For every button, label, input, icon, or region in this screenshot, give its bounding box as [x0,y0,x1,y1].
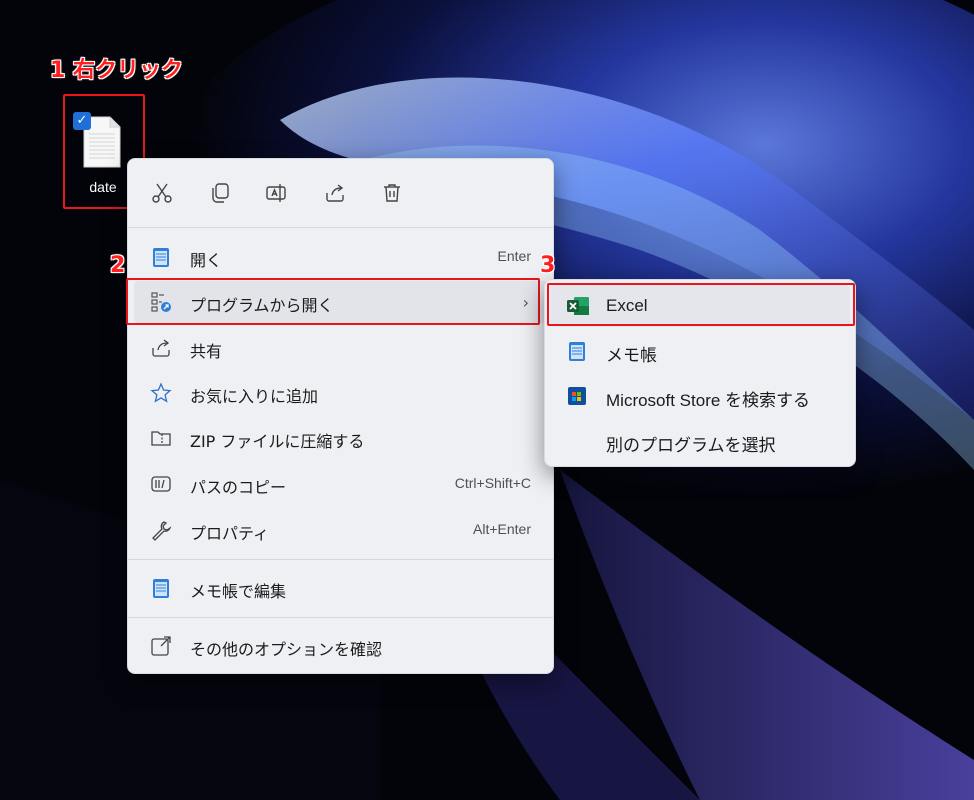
zip-folder-icon [150,427,174,449]
copy-icon[interactable] [208,181,232,205]
quick-action-bar [128,159,553,227]
menu-item-label: 開く [190,251,223,270]
star-icon [150,382,174,404]
step-2-annotation: 2 [110,253,126,278]
menu-item-label: その他のオプションを確認 [190,640,383,659]
menu-item-shortcut: Ctrl+Shift+C [454,475,531,491]
store-icon [566,385,590,407]
menu-item-shortcut: Enter [497,248,531,264]
menu-item-label: 共有 [190,342,223,361]
divider [128,227,553,228]
share-icon[interactable] [323,181,347,205]
menu-item-share[interactable]: 共有 [134,327,547,369]
submenu-item-label: Microsoft Store を検索する [606,391,811,410]
path-copy-icon [150,473,174,495]
submenu-item-store-search[interactable]: Microsoft Store を検索する [550,375,850,417]
step-3-highlight [547,283,855,326]
menu-item-label: お気に入りに追加 [190,387,319,406]
step-2-highlight [126,278,540,325]
menu-item-more-options[interactable]: その他のオプションを確認 [134,625,547,667]
step-3-annotation: 3 [540,253,556,278]
wrench-icon [150,519,174,541]
share-icon [150,337,174,359]
divider [128,617,553,618]
menu-item-copy-path[interactable]: パスのコピー Ctrl+Shift+C [134,463,547,505]
menu-item-zip[interactable]: ZIP ファイルに圧縮する [134,417,547,459]
context-menu: 開く Enter プログラムから開く › 共有 お気に入りに追加 ZIP ファイ… [127,158,554,674]
menu-item-label: プロパティ [190,524,270,543]
submenu-item-label: メモ帳 [606,346,657,365]
notepad-icon [150,577,174,599]
divider [128,559,553,560]
submenu-item-label: 別のプログラムを選択 [606,436,776,455]
menu-item-shortcut: Alt+Enter [473,521,531,537]
submenu-item-notepad[interactable]: メモ帳 [550,330,850,372]
menu-item-add-favorite[interactable]: お気に入りに追加 [134,372,547,414]
rename-icon[interactable] [264,181,288,205]
delete-icon[interactable] [380,181,404,205]
notepad-icon [150,246,174,268]
menu-item-label: メモ帳で編集 [190,582,287,601]
menu-item-label: パスのコピー [190,478,287,497]
menu-item-properties[interactable]: プロパティ Alt+Enter [134,509,547,551]
submenu-item-choose-program[interactable]: 別のプログラムを選択 [550,420,850,462]
cut-icon[interactable] [150,181,174,205]
menu-item-open[interactable]: 開く Enter [134,236,547,278]
notepad-icon [566,340,590,362]
more-options-icon [150,635,174,657]
checkbox-icon[interactable]: ✓ [73,112,91,130]
menu-item-label: ZIP ファイルに圧縮する [190,432,365,451]
menu-item-edit-notepad[interactable]: メモ帳で編集 [134,567,547,609]
step-1-annotation: 1 右クリック [50,58,183,83]
